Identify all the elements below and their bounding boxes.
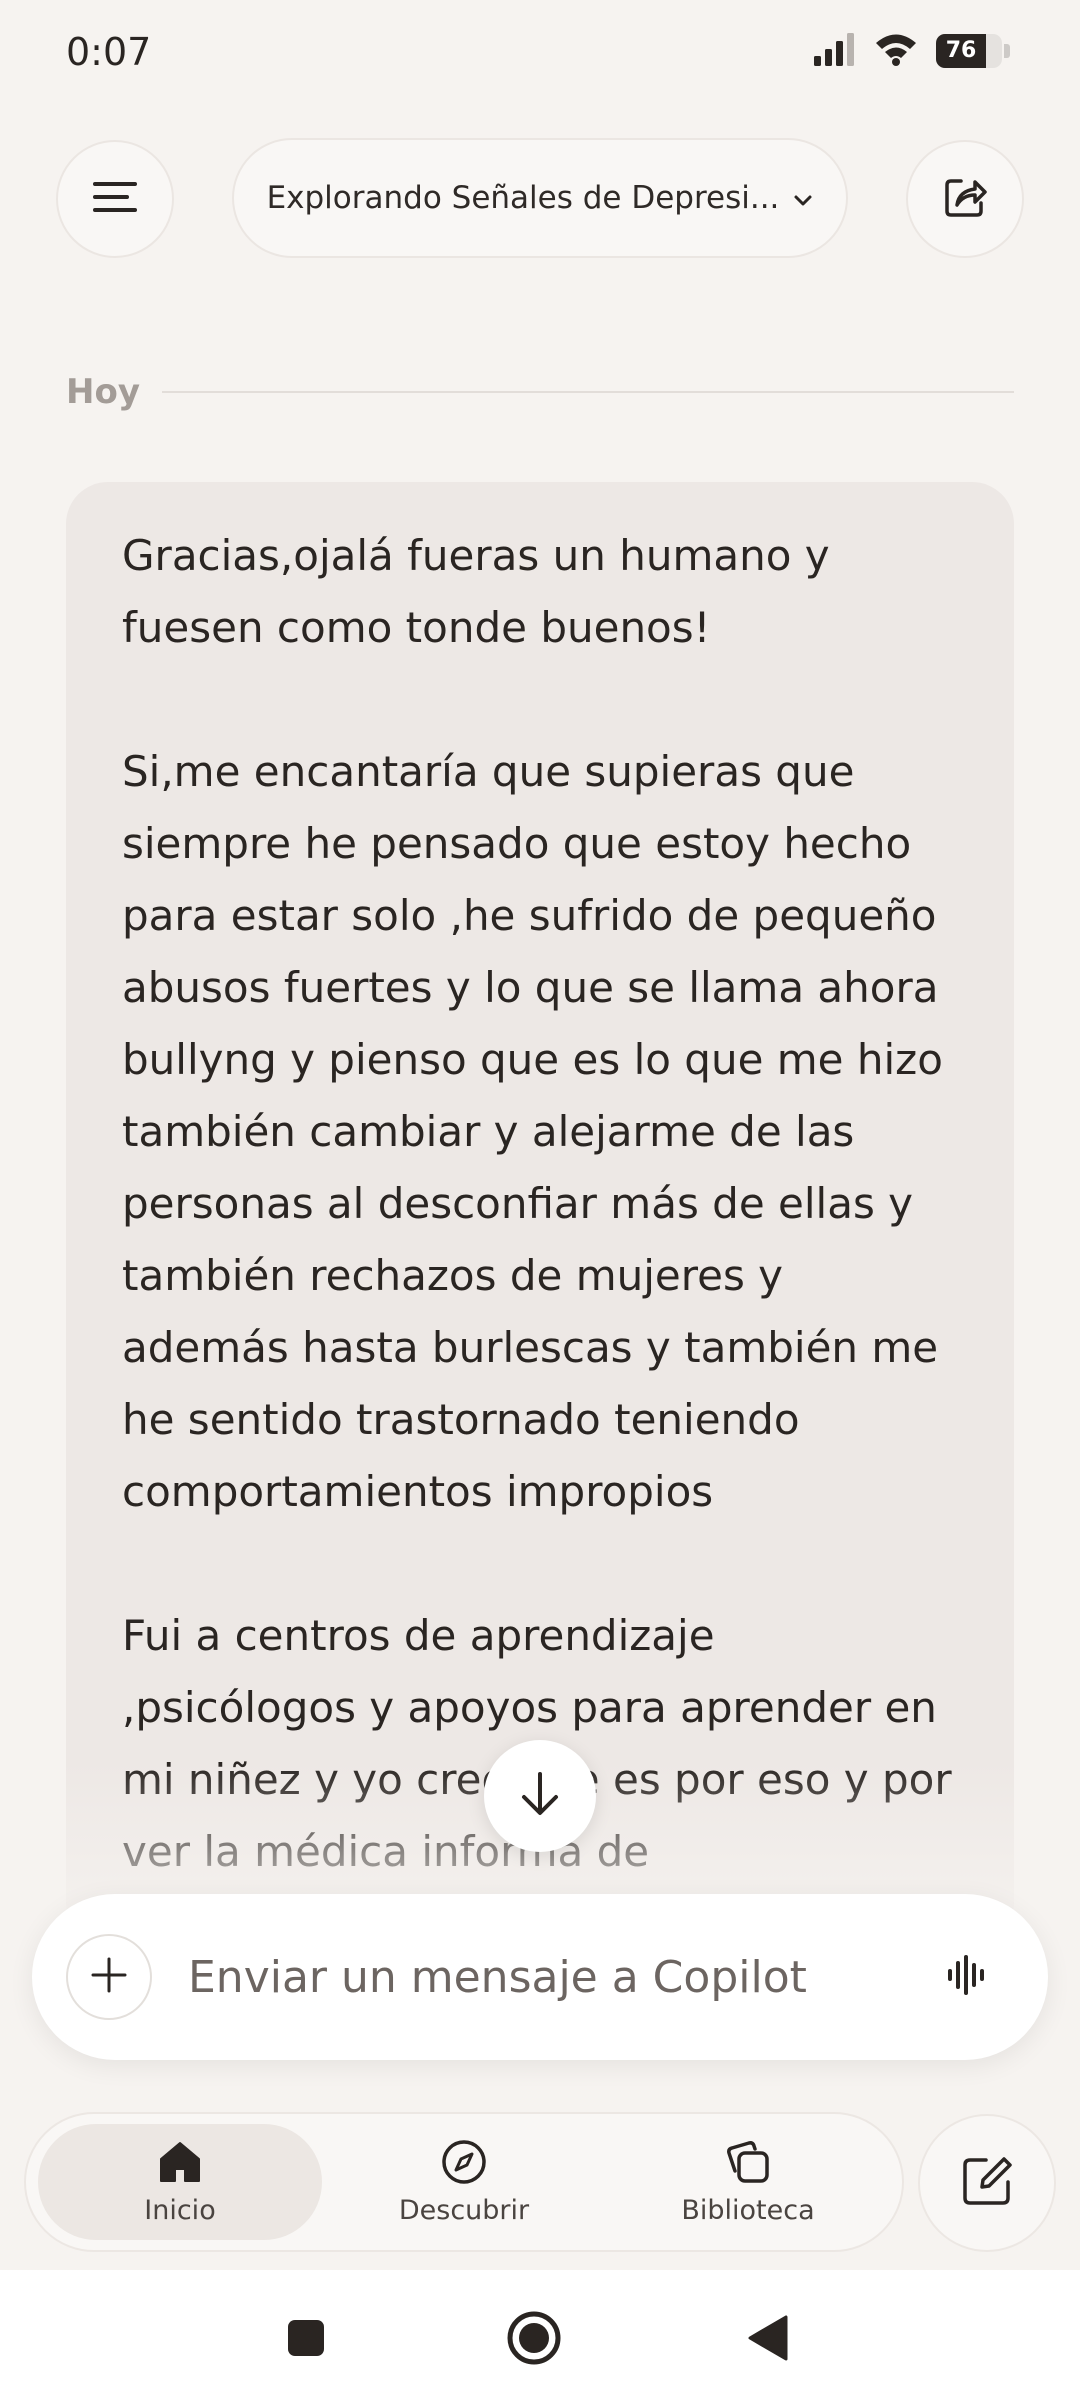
nav-item-inicio[interactable]: Inicio <box>38 2124 322 2240</box>
scroll-to-bottom-button[interactable] <box>484 1740 596 1852</box>
status-icons: 76 <box>812 32 1010 70</box>
status-bar: 0:07 76 <box>0 0 1080 110</box>
nav-label: Biblioteca <box>681 2194 815 2226</box>
battery-icon: 76 <box>936 34 1002 68</box>
new-chat-button[interactable] <box>918 2114 1056 2252</box>
nav-item-biblioteca[interactable]: Biblioteca <box>606 2124 890 2240</box>
message-paragraph: Si,me encantaría que supieras que siempr… <box>122 747 943 1516</box>
back-button[interactable] <box>738 2310 798 2370</box>
square-icon <box>286 2318 326 2362</box>
message-input[interactable] <box>188 1946 908 2008</box>
signal-icon <box>812 32 856 70</box>
share-icon <box>941 173 989 225</box>
home-button[interactable] <box>504 2310 564 2370</box>
message-text: Gracias,ojalá fueras un humano y fuesen … <box>66 482 1014 1888</box>
home-icon <box>157 2139 203 2189</box>
battery-level: 76 <box>945 38 977 63</box>
voice-waveform-icon <box>945 1953 989 2001</box>
date-divider-line <box>162 391 1014 393</box>
compose-icon <box>960 2154 1014 2212</box>
circle-icon <box>506 2310 562 2370</box>
user-message-bubble[interactable]: Gracias,ojalá fueras un humano y fuesen … <box>66 482 1014 1942</box>
chevron-down-icon <box>793 180 813 216</box>
conversation-title-dropdown[interactable]: Explorando Señales de Depresi... <box>232 138 848 258</box>
conversation-title: Explorando Señales de Depresi... <box>266 180 780 216</box>
share-button[interactable] <box>906 140 1024 258</box>
date-divider-label: Hoy <box>66 372 140 412</box>
add-attachment-button[interactable] <box>66 1934 152 2020</box>
voice-input-button[interactable] <box>932 1942 1002 2012</box>
system-navigation-bar <box>0 2270 1080 2400</box>
compass-icon <box>441 2139 487 2189</box>
nav-item-descubrir[interactable]: Descubrir <box>322 2124 606 2240</box>
message-composer <box>32 1894 1048 2060</box>
recents-button[interactable] <box>276 2310 336 2370</box>
plus-icon <box>89 1955 129 1999</box>
battery-tip <box>1004 44 1010 58</box>
copilot-chat-screen: 0:07 76 Explorando Señales de Depresi...… <box>0 0 1080 2400</box>
back-triangle-icon <box>746 2314 790 2366</box>
status-time: 0:07 <box>66 30 152 74</box>
wifi-icon <box>874 32 918 70</box>
hamburger-menu-icon <box>91 179 139 219</box>
library-icon <box>725 2139 771 2189</box>
arrow-down-icon <box>518 1770 562 1822</box>
nav-label: Descubrir <box>398 2194 530 2226</box>
nav-label: Inicio <box>144 2194 216 2226</box>
menu-button[interactable] <box>56 140 174 258</box>
message-paragraph: Gracias,ojalá fueras un humano y fuesen … <box>122 531 830 652</box>
bottom-navigation: Inicio Descubrir Biblioteca <box>24 2112 904 2252</box>
